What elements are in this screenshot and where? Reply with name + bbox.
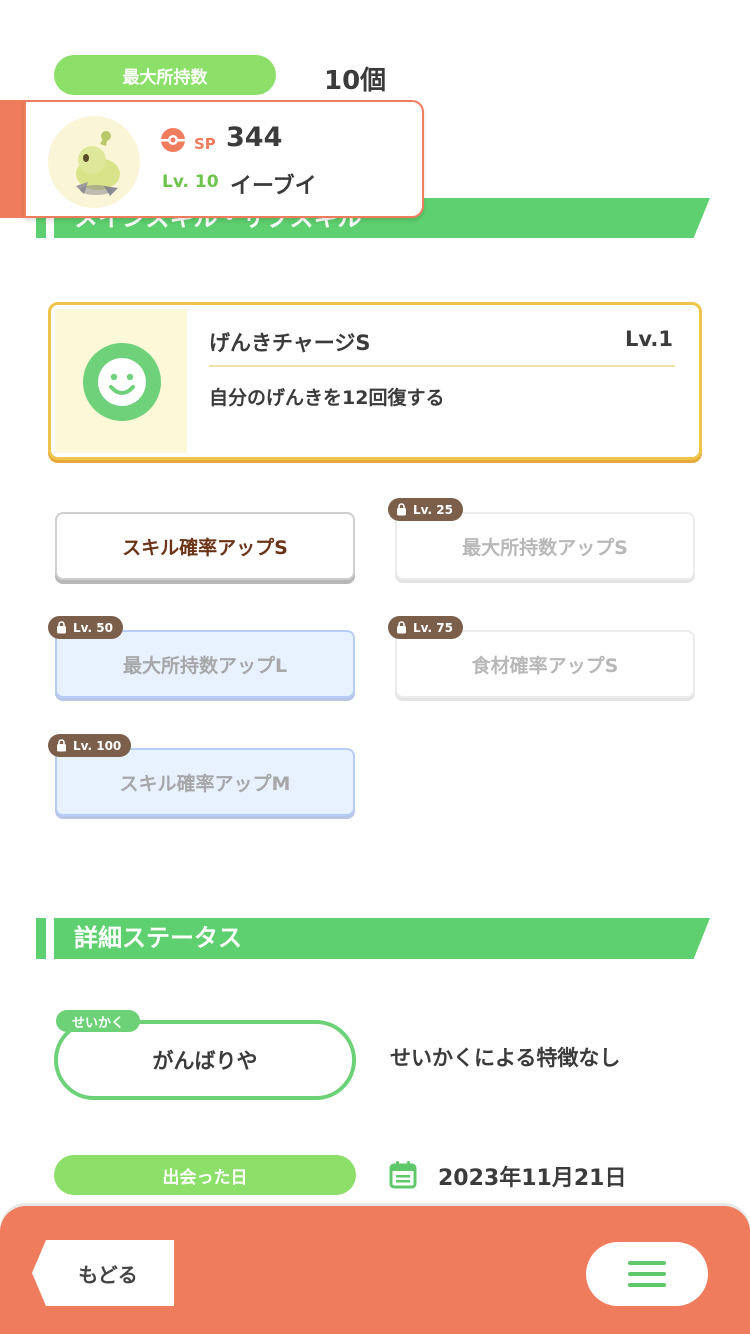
sub-skill-4[interactable]: 食材確率アップS <box>395 630 695 698</box>
sub-skill-label: スキル確率アップS <box>122 536 288 559</box>
lock-icon <box>397 503 406 516</box>
sub-skill-3[interactable]: 最大所持数アップL <box>55 630 355 698</box>
sub-skill-label: 最大所持数アップS <box>462 536 628 559</box>
main-skill-icon-area <box>55 309 187 453</box>
unlock-level-text: Lv. 100 <box>73 738 122 753</box>
main-skill-divider <box>209 365 675 367</box>
unlock-level-badge: Lv. 25 <box>388 498 463 521</box>
lock-icon <box>397 621 406 634</box>
main-skill-name: げんきチャージS <box>209 331 371 355</box>
sub-skill-2[interactable]: 最大所持数アップS <box>395 512 695 580</box>
pokemon-name: イーブイ <box>230 174 317 199</box>
back-button-label: もどる <box>78 1262 138 1287</box>
sp-value: 344 <box>226 122 283 153</box>
sub-skill-label: スキル確率アップM <box>119 772 291 795</box>
main-skill-level: Lv.1 <box>625 327 673 351</box>
status-section-title: 詳細ステータス <box>74 924 242 952</box>
sub-skill-1[interactable]: スキル確率アップS <box>55 512 355 580</box>
unlock-level-badge: Lv. 50 <box>48 616 123 639</box>
nature-description: せいかくによる特徴なし <box>390 1046 621 1070</box>
main-skill-description: 自分のげんきを12回復する <box>209 387 445 409</box>
sub-skill-label: 最大所持数アップL <box>122 654 288 677</box>
menu-button[interactable] <box>586 1242 708 1306</box>
smile-face-icon <box>83 343 161 421</box>
pokemon-avatar <box>48 116 140 208</box>
main-skill-card[interactable]: げんきチャージS Lv.1 自分のげんきを12回復する <box>48 302 702 460</box>
hamburger-icon <box>628 1261 666 1287</box>
met-date-value: 2023年11月21日 <box>438 1166 627 1191</box>
sub-skill-label: 食材確率アップS <box>471 654 619 677</box>
status-section-header: 詳細ステータス <box>54 918 710 959</box>
max-carry-label: 最大所持数 <box>54 55 276 95</box>
unlock-level-badge: Lv. 75 <box>388 616 463 639</box>
unlock-level-text: Lv. 25 <box>413 502 453 517</box>
unlock-level-text: Lv. 75 <box>413 620 453 635</box>
sp-label: SP <box>194 135 216 153</box>
nature-button[interactable]: がんばりや <box>54 1020 356 1100</box>
unlock-level-badge: Lv. 100 <box>48 734 132 757</box>
back-button[interactable]: もどる <box>32 1240 174 1306</box>
nature-tag: せいかく <box>56 1010 141 1032</box>
met-date-label: 出会った日 <box>54 1155 356 1195</box>
max-carry-value: 10個 <box>324 66 387 96</box>
section-stub <box>36 918 46 959</box>
unlock-level-text: Lv. 50 <box>73 620 113 635</box>
nature-value: がんばりや <box>152 1049 258 1073</box>
pokeball-icon <box>161 128 185 152</box>
calendar-icon <box>389 1161 417 1189</box>
lock-icon <box>57 621 66 634</box>
pokemon-card[interactable]: SP 344 Lv. 10 イーブイ <box>24 100 424 218</box>
sub-skill-5[interactable]: スキル確率アップM <box>55 748 355 816</box>
pokemon-level: Lv. 10 <box>162 172 219 192</box>
lock-icon <box>57 739 66 752</box>
